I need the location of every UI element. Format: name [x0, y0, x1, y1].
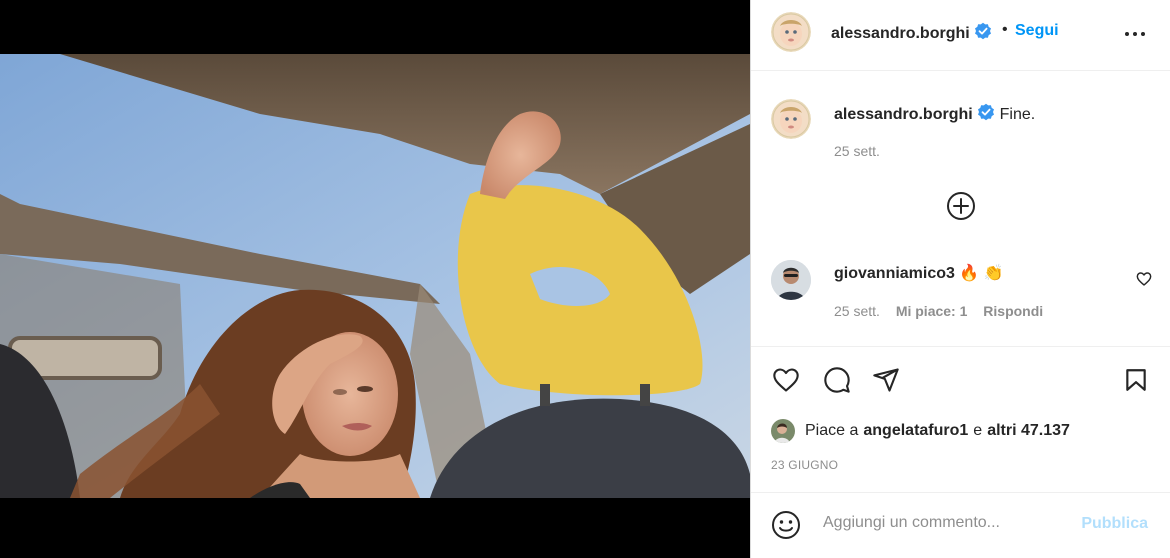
save-button[interactable]	[1123, 366, 1149, 399]
emoji-picker-button[interactable]	[771, 510, 801, 545]
liker-portrait-avatar-icon	[771, 419, 795, 443]
baby-face-avatar-icon	[771, 99, 811, 139]
likes-summary: Piace a angelatafuro1 e altri 47.137	[771, 419, 1070, 443]
comment-time[interactable]: 25 sett.	[834, 303, 880, 319]
author-username[interactable]: alessandro.borghi	[831, 25, 970, 42]
verified-badge-icon	[975, 22, 992, 40]
load-more-comments-button[interactable]	[946, 191, 976, 226]
man-portrait-avatar-icon	[771, 260, 811, 300]
comment-button[interactable]	[822, 366, 852, 399]
heart-outline-icon	[773, 368, 799, 392]
caption-text: Fine.	[999, 106, 1036, 123]
post-date[interactable]: 23 GIUGNO	[771, 458, 838, 472]
liker-avatar[interactable]	[771, 419, 795, 443]
author-avatar[interactable]	[771, 12, 811, 52]
plus-circle-icon	[947, 192, 975, 220]
comment-input[interactable]	[821, 513, 1075, 533]
likes-and: e	[973, 422, 983, 439]
commenter-avatar[interactable]	[771, 260, 811, 300]
like-button[interactable]	[771, 366, 801, 399]
comment-meta: 25 sett. Mi piace: 1 Rispondi	[834, 303, 1043, 319]
caption-author-avatar[interactable]	[771, 99, 811, 139]
speech-bubble-icon	[824, 367, 850, 393]
more-horizontal-icon	[1125, 32, 1145, 36]
bookmark-icon	[1126, 369, 1146, 391]
caption: alessandro.borghi Fine.	[834, 103, 1035, 124]
likes-prefix: Piace a	[805, 422, 859, 439]
post-header: alessandro.borghi • Segui	[751, 0, 1170, 71]
more-options-button[interactable]	[1124, 22, 1146, 51]
comments-section: alessandro.borghi Fine. 25 sett. giovann…	[751, 71, 1170, 346]
verified-badge-icon	[978, 103, 995, 121]
comment-likes[interactable]: Mi piace: 1	[896, 303, 968, 319]
caption-time[interactable]: 25 sett.	[834, 143, 880, 159]
smiley-face-icon	[772, 511, 800, 539]
comment-text: 🔥 👏	[959, 265, 1004, 282]
heart-outline-icon	[1136, 272, 1152, 286]
add-comment-bar: Pubblica	[751, 491, 1170, 558]
likes-user-link[interactable]: angelatafuro1	[863, 422, 968, 440]
post-photo[interactable]	[0, 54, 750, 498]
post-side-panel: alessandro.borghi • Segui alessandro.bor…	[750, 0, 1170, 558]
photo-illustration	[0, 54, 750, 498]
follow-button[interactable]: Segui	[1015, 22, 1059, 40]
comment-username[interactable]: giovanniamico3	[834, 265, 955, 282]
post-actions: Piace a angelatafuro1 e altri 47.137 23 …	[751, 346, 1170, 493]
likes-others-link[interactable]: altri 47.137	[987, 422, 1070, 440]
header-separator-dot: •	[1002, 21, 1008, 38]
baby-face-avatar-icon	[771, 12, 811, 52]
paper-plane-icon	[873, 368, 899, 392]
comment-like-button[interactable]	[1136, 271, 1152, 292]
publish-button[interactable]: Pubblica	[1081, 515, 1148, 533]
comment-item: giovanniamico3 🔥 👏	[834, 263, 1004, 283]
comment-reply-button[interactable]: Rispondi	[983, 303, 1043, 319]
share-button[interactable]	[872, 366, 900, 399]
caption-username[interactable]: alessandro.borghi	[834, 106, 973, 123]
post-media	[0, 0, 750, 558]
